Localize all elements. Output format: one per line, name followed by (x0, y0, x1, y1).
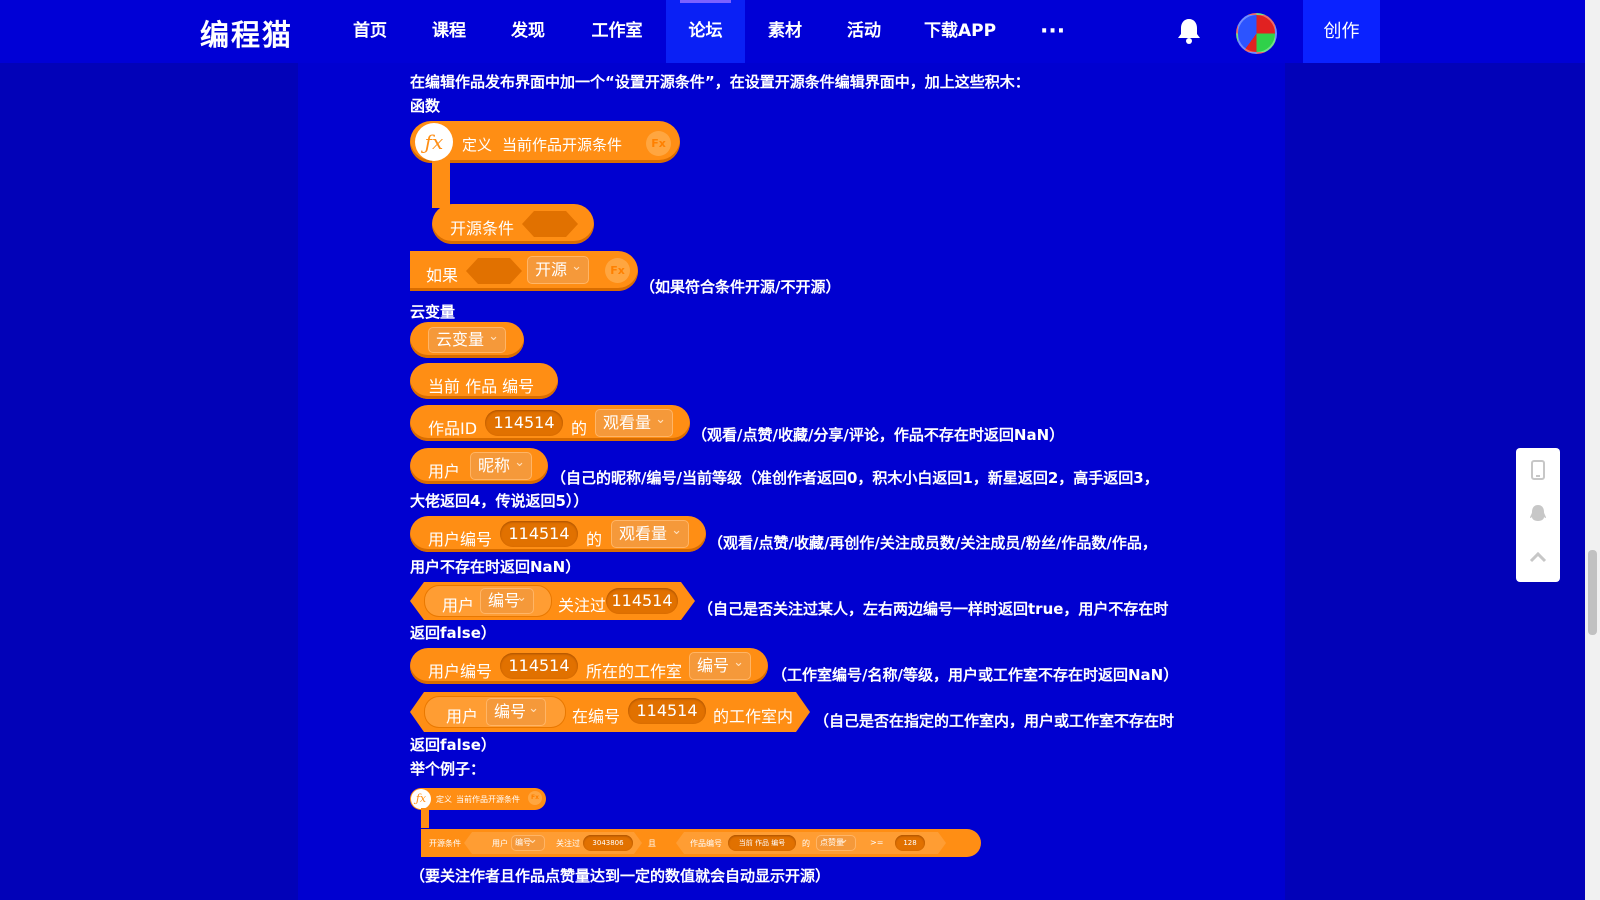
nav-activities[interactable]: 活动 (834, 0, 894, 63)
nav-download-app[interactable]: 下载APP (918, 0, 1002, 63)
in-studio-note-2: 返回false） (410, 736, 496, 754)
intro-text: 在编辑作品发布界面中加一个“设置开源条件”，在设置开源条件编辑界面中，加上这些积… (410, 73, 1030, 91)
top-navigation-bar: 编程猫 首页 课程 发现 工作室 论坛 素材 活动 下载APP ··· 创作 (0, 0, 1585, 63)
studio-info-dropdown[interactable]: 编号 (689, 650, 751, 680)
nav-discover[interactable]: 发现 (498, 0, 558, 63)
fx-add-param-icon[interactable]: Fx (646, 131, 671, 156)
in-studio-user-dropdown[interactable]: 编号 (486, 696, 546, 726)
if-note: （如果符合条件开源/不开源） (640, 278, 841, 296)
user-id-note-2: 用户不存在时返回NaN） (410, 558, 581, 576)
follow-note-2: 返回false） (410, 624, 496, 642)
nav-studio[interactable]: 工作室 (582, 0, 652, 63)
work-stat-dropdown[interactable]: 观看量 (595, 407, 673, 437)
page-scrollbar[interactable] (1585, 0, 1600, 900)
followed-user-input[interactable]: 114514 (606, 588, 678, 614)
notification-bell-icon[interactable] (1176, 17, 1202, 45)
nav-forum[interactable]: 论坛 (666, 0, 745, 63)
section-function-heading: 函数 (410, 97, 441, 115)
nav-home[interactable]: 首页 (340, 0, 400, 63)
studio-note: （工作室编号/名称/等级，用户或工作室不存在时返回NaN） (772, 666, 1179, 684)
example-note: （要关注作者且作品点赞量达到一定的数值就会自动显示开源） (410, 867, 831, 885)
example-fx-icon: ƒx (411, 789, 431, 809)
open-dropdown[interactable]: 开源 (527, 254, 589, 284)
section-cloud-heading: 云变量 (410, 303, 456, 321)
qq-icon[interactable] (1528, 504, 1548, 524)
user-stat-dropdown[interactable]: 观看量 (611, 518, 689, 548)
in-studio-note-1: （自己是否在指定的工作室内，用户或工作室不存在时 (814, 712, 1175, 730)
user-id-note-1: （观看/点赞/收藏/再创作/关注成员数/关注成员/粉丝/作品数/作品， (708, 534, 1157, 552)
nav-materials[interactable]: 素材 (755, 0, 815, 63)
work-id-input[interactable]: 114514 (485, 410, 563, 436)
user-note-1: （自己的昵称/编号/当前等级（准创作者返回0，积木小白返回1，新星返回2，高手返… (551, 469, 1159, 487)
more-menu-icon[interactable]: ··· (1040, 0, 1065, 63)
back-to-top-icon[interactable] (1528, 548, 1548, 568)
follow-user-dropdown[interactable]: 编号 (480, 586, 534, 614)
condition-slot[interactable] (522, 211, 578, 237)
cloud-variable-dropdown[interactable]: 云变量 (428, 325, 506, 353)
studio-id-input[interactable]: 114514 (628, 698, 706, 724)
fx-icon[interactable]: Fx (605, 258, 630, 283)
example-heading: 举个例子： (410, 760, 486, 778)
scrollbar-thumb[interactable] (1588, 550, 1597, 635)
mobile-icon[interactable] (1528, 460, 1548, 480)
nav-courses[interactable]: 课程 (419, 0, 479, 63)
function-fx-icon: ƒx (415, 123, 453, 161)
create-button[interactable]: 创作 (1303, 0, 1380, 63)
user-id-input[interactable]: 114514 (500, 521, 578, 547)
user-info-dropdown[interactable]: 昵称 (470, 450, 532, 480)
user-avatar[interactable] (1236, 13, 1277, 54)
floating-toolbar (1516, 448, 1560, 582)
work-id-note: （观看/点赞/收藏/分享/评论，作品不存在时返回NaN） (692, 426, 1065, 444)
user-note-2: 大佬返回4，传说返回5）） (410, 492, 589, 510)
site-logo[interactable]: 编程猫 (200, 12, 293, 54)
studio-user-input[interactable]: 114514 (500, 653, 578, 679)
follow-note-1: （自己是否关注过某人，左右两边编号一样时返回true，用户不存在时 (698, 600, 1169, 618)
